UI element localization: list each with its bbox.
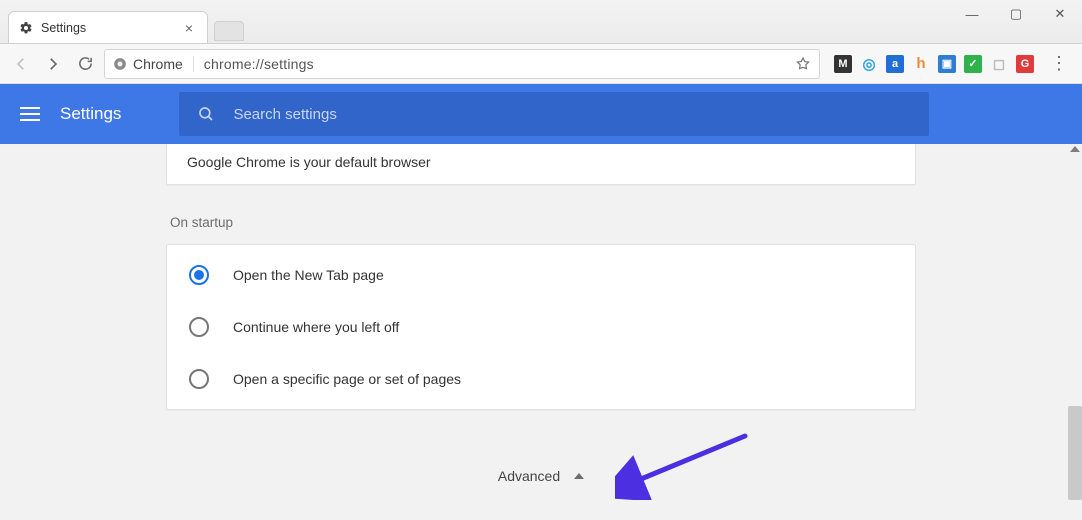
gear-icon [19, 21, 33, 35]
browser-menu-button[interactable]: ⋮ [1044, 53, 1074, 74]
extension-icon[interactable]: a [886, 55, 904, 73]
browser-tab-settings[interactable]: Settings × [8, 11, 208, 43]
tab-title: Settings [41, 21, 86, 35]
default-browser-message: Google Chrome is your default browser [187, 154, 431, 170]
startup-option[interactable]: Open a specific page or set of pages [167, 353, 915, 405]
extension-icon[interactable]: ◎ [860, 55, 878, 73]
advanced-label: Advanced [498, 468, 560, 484]
extension-icon[interactable]: ◻ [990, 55, 1008, 73]
settings-content: Google Chrome is your default browser On… [0, 144, 1082, 520]
menu-icon[interactable] [16, 100, 44, 128]
nav-reload-button[interactable] [72, 51, 98, 77]
extension-icons: M ◎ ah ▣ ✓ ◻ G [826, 55, 1038, 73]
startup-option-label: Open the New Tab page [233, 267, 384, 283]
section-label-startup: On startup [166, 215, 916, 230]
radio-icon[interactable] [189, 369, 209, 389]
extension-icon[interactable]: ✓ [964, 55, 982, 73]
chrome-icon [113, 57, 127, 71]
settings-search[interactable] [179, 92, 929, 136]
annotation-arrow [615, 430, 755, 500]
scrollbar-thumb[interactable] [1068, 406, 1082, 500]
startup-option-label: Continue where you left off [233, 319, 399, 335]
security-chip-label: Chrome [133, 56, 183, 72]
address-bar[interactable]: Chrome chrome://settings [104, 49, 820, 79]
default-browser-card: Google Chrome is your default browser [166, 144, 916, 185]
tab-close-button[interactable]: × [181, 19, 197, 37]
window-maximize-button[interactable]: ▢ [994, 0, 1038, 28]
startup-option[interactable]: Open the New Tab page [167, 249, 915, 301]
radio-icon[interactable] [189, 265, 209, 285]
window-close-button[interactable]: ✕ [1038, 0, 1082, 28]
settings-header-title: Settings [60, 104, 121, 124]
extension-icon[interactable]: h [912, 55, 930, 73]
scroll-up-icon[interactable] [1070, 146, 1080, 152]
url-text: chrome://settings [204, 56, 314, 72]
startup-option[interactable]: Continue where you left off [167, 301, 915, 353]
startup-option-label: Open a specific page or set of pages [233, 371, 461, 387]
bookmark-star-icon[interactable] [795, 56, 811, 72]
browser-titlebar: Settings × — ▢ ✕ [0, 0, 1082, 44]
settings-header: Settings [0, 84, 1082, 144]
settings-search-input[interactable] [233, 106, 911, 123]
security-chip: Chrome [113, 56, 194, 72]
chevron-up-icon [574, 473, 584, 479]
extension-icon[interactable]: ▣ [938, 55, 956, 73]
new-tab-button[interactable] [214, 21, 244, 41]
startup-card: Open the New Tab page Continue where you … [166, 244, 916, 410]
window-controls: — ▢ ✕ [950, 0, 1082, 28]
window-minimize-button[interactable]: — [950, 0, 994, 28]
advanced-toggle[interactable]: Advanced [498, 468, 584, 484]
extension-icon[interactable]: M [834, 55, 852, 73]
extension-icon[interactable]: G [1016, 55, 1034, 73]
search-icon [197, 105, 215, 123]
radio-icon[interactable] [189, 317, 209, 337]
nav-forward-button[interactable] [40, 51, 66, 77]
nav-back-button[interactable] [8, 51, 34, 77]
browser-toolbar: Chrome chrome://settings M ◎ ah ▣ ✓ ◻ G ⋮ [0, 44, 1082, 84]
